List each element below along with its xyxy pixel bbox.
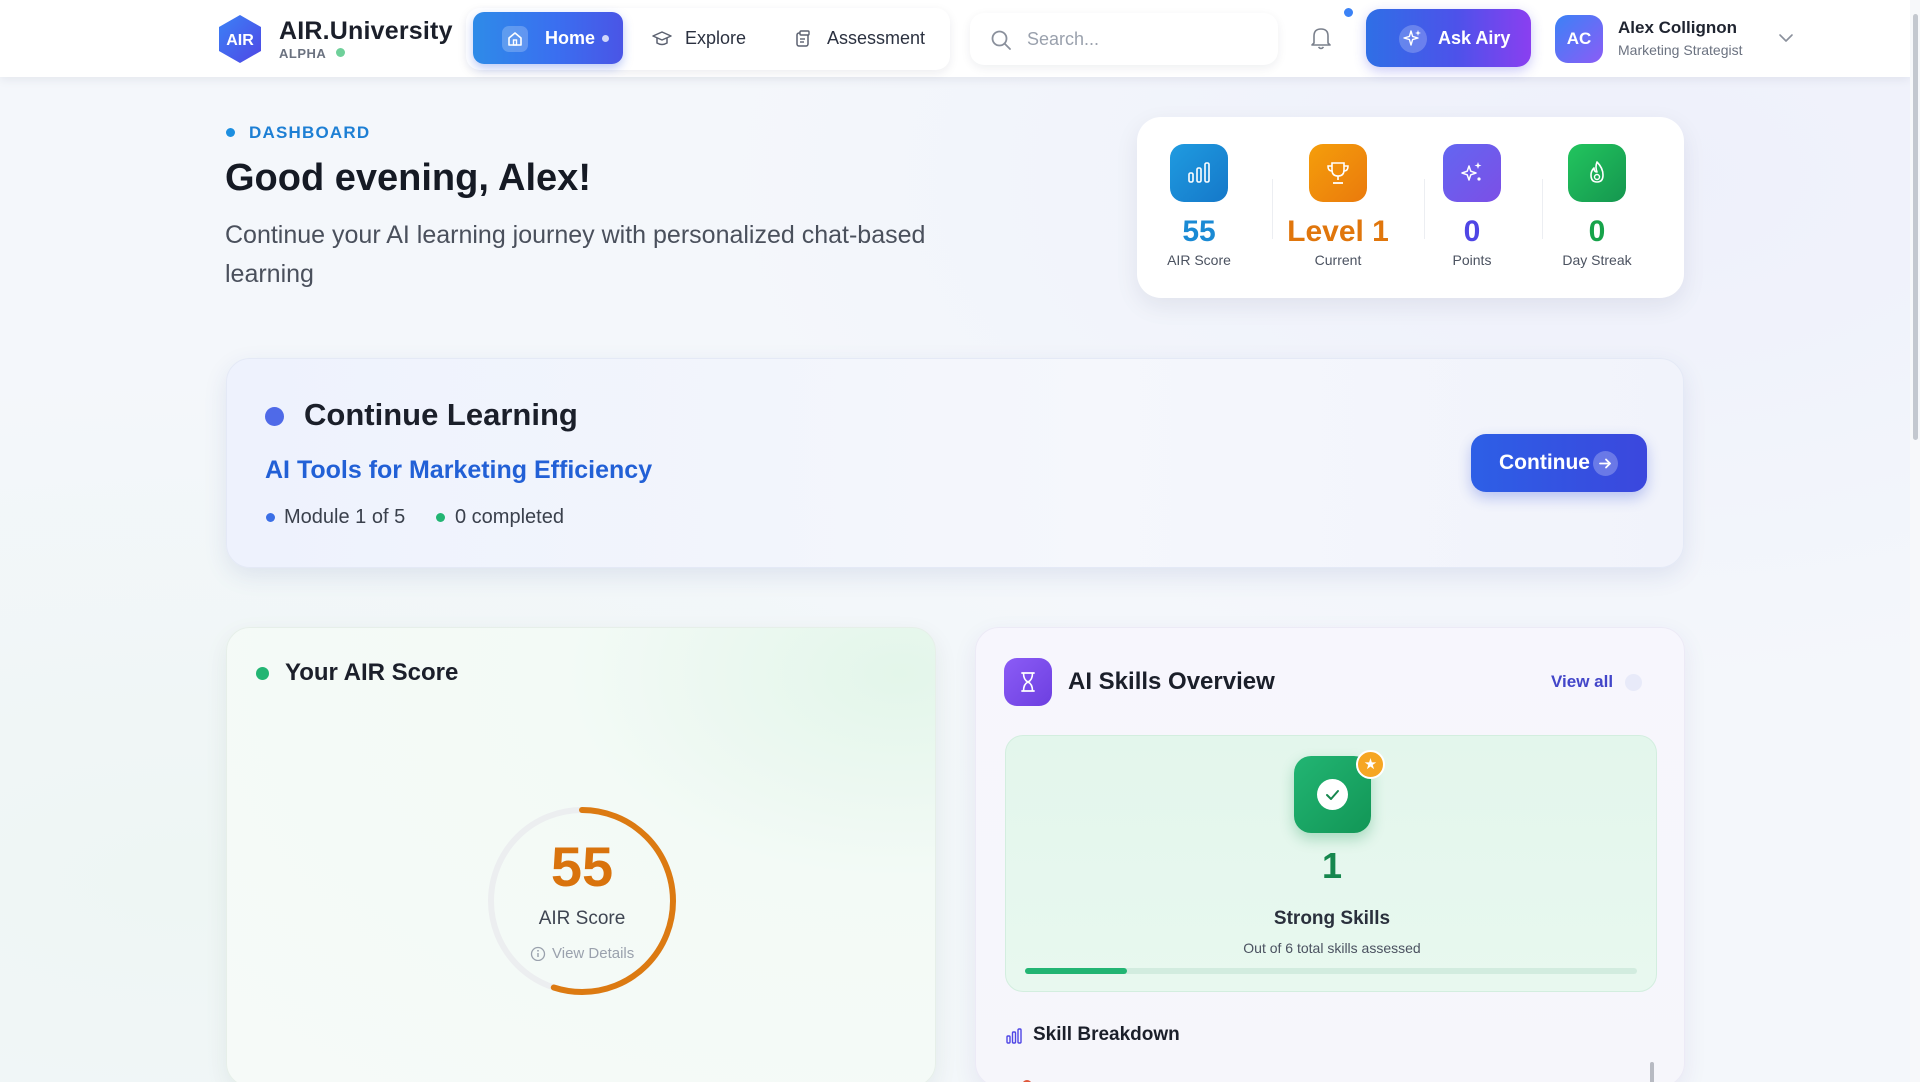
section-title: Your AIR Score (285, 659, 459, 686)
stat-points[interactable]: 0 Points (1407, 117, 1537, 298)
bell-icon[interactable] (1309, 25, 1333, 51)
continue-button-label: Continue (1499, 451, 1590, 474)
view-all-link[interactable]: View all (1551, 672, 1613, 692)
nav-assessment-tab[interactable]: Assessment (827, 28, 925, 49)
stat-level[interactable]: Level 1 Current (1273, 117, 1403, 298)
skill-breakdown-title: Skill Breakdown (1033, 1024, 1180, 1045)
skills-assessed-note: Out of 6 total skills assessed (1243, 940, 1421, 956)
stat-day-streak[interactable]: 0 Day Streak (1532, 117, 1662, 298)
stat-value: Level 1 (1287, 215, 1389, 248)
ask-airy-label: Ask Airy (1438, 28, 1511, 48)
flame-icon (1568, 144, 1626, 202)
status-dot (336, 48, 345, 57)
brand-name[interactable]: AIR.University (279, 17, 453, 46)
strong-skills-label: Strong Skills (1273, 908, 1391, 929)
continue-learning-card: Continue Learning AI Tools for Marketing… (226, 358, 1684, 568)
main-nav: Home Explore Assessment (466, 8, 950, 70)
continue-button[interactable]: Continue (1471, 434, 1647, 492)
section-title: Continue Learning (304, 397, 578, 432)
user-name[interactable]: Alex Collignon (1618, 18, 1737, 38)
stat-caption: Day Streak (1562, 252, 1632, 268)
score-value: 55 (550, 835, 614, 898)
bar-chart-icon (1170, 144, 1228, 202)
course-title-link[interactable]: AI Tools for Marketing Efficiency (265, 456, 652, 485)
stat-value: 0 (1588, 215, 1606, 248)
active-indicator-dot (602, 35, 609, 42)
nav-home-label: Home (545, 28, 596, 48)
breadcrumb: DASHBOARD (249, 123, 371, 142)
page-scrollbar[interactable] (1910, 0, 1920, 1082)
eyebrow-dot (226, 128, 235, 137)
graduation-cap-icon (652, 31, 672, 46)
skills-overview-card: AI Skills Overview View all ★ 1 Strong S… (975, 627, 1685, 1082)
stat-air-score[interactable]: 55 AIR Score (1134, 117, 1264, 298)
completed-count-text: 0 completed (455, 506, 564, 528)
ask-airy-button[interactable]: Ask Airy (1366, 9, 1531, 67)
stat-value: 55 (1182, 215, 1216, 248)
trophy-icon (1309, 144, 1367, 202)
stats-panel: 55 AIR Score Level 1 Current 0 Points 0 … (1137, 117, 1684, 298)
sparkle-icon (1399, 25, 1427, 53)
hourglass-icon (1004, 658, 1052, 706)
avatar[interactable]: AC (1555, 15, 1603, 63)
info-icon (530, 946, 546, 961)
air-score-card: Your AIR Score 55 AIR Score View Details (226, 627, 936, 1082)
completed-dot (436, 513, 445, 522)
stat-caption: Points (1452, 252, 1492, 268)
svg-text:AIR: AIR (226, 32, 254, 49)
sparkles-icon (1443, 144, 1501, 202)
strong-skills-progress (1025, 968, 1637, 974)
view-all-arrow-icon[interactable] (1625, 674, 1642, 691)
nav-explore-tab[interactable]: Explore (685, 28, 746, 49)
panel-scrollbar[interactable] (1650, 1062, 1654, 1082)
star-icon: ★ (1356, 750, 1385, 779)
view-details-label: View Details (552, 945, 635, 962)
strong-skills-panel: ★ 1 Strong Skills Out of 6 total skills … (1005, 735, 1657, 992)
notification-badge (1342, 6, 1355, 19)
strong-skills-count: 1 (1321, 845, 1343, 886)
nav-home-tab[interactable]: Home (473, 12, 623, 64)
scrollbar-thumb[interactable] (1913, 14, 1918, 440)
brand-stage-label: ALPHA (279, 46, 327, 61)
search-icon (991, 30, 1011, 50)
search-box[interactable] (970, 13, 1278, 65)
chevron-down-icon[interactable] (1778, 32, 1794, 44)
module-dot (266, 513, 275, 522)
section-dot (256, 667, 269, 680)
home-icon (502, 26, 528, 52)
progress-fill (1025, 968, 1128, 974)
page-subtitle: Continue your AI learning journey with p… (225, 221, 926, 288)
stat-value: 0 (1463, 215, 1481, 248)
score-caption: AIR Score (538, 908, 626, 929)
arrow-right-icon (1593, 451, 1618, 476)
stat-caption: Current (1314, 252, 1362, 268)
section-title: AI Skills Overview (1068, 668, 1275, 695)
air-logo-icon[interactable]: AIR (216, 14, 264, 64)
bar-chart-icon (1006, 1028, 1022, 1044)
clipboard-icon (796, 30, 810, 47)
stat-caption: AIR Score (1167, 252, 1231, 268)
section-dot (265, 407, 284, 426)
search-input[interactable] (1027, 25, 1257, 53)
user-role: Marketing Strategist (1618, 42, 1743, 58)
page-title: Good evening, Alex! (225, 157, 591, 199)
module-progress-text: Module 1 of 5 (284, 506, 406, 528)
top-navigation-bar: AIR AIR.University ALPHA Home Explore As… (0, 0, 1910, 77)
check-icon (1317, 779, 1348, 810)
